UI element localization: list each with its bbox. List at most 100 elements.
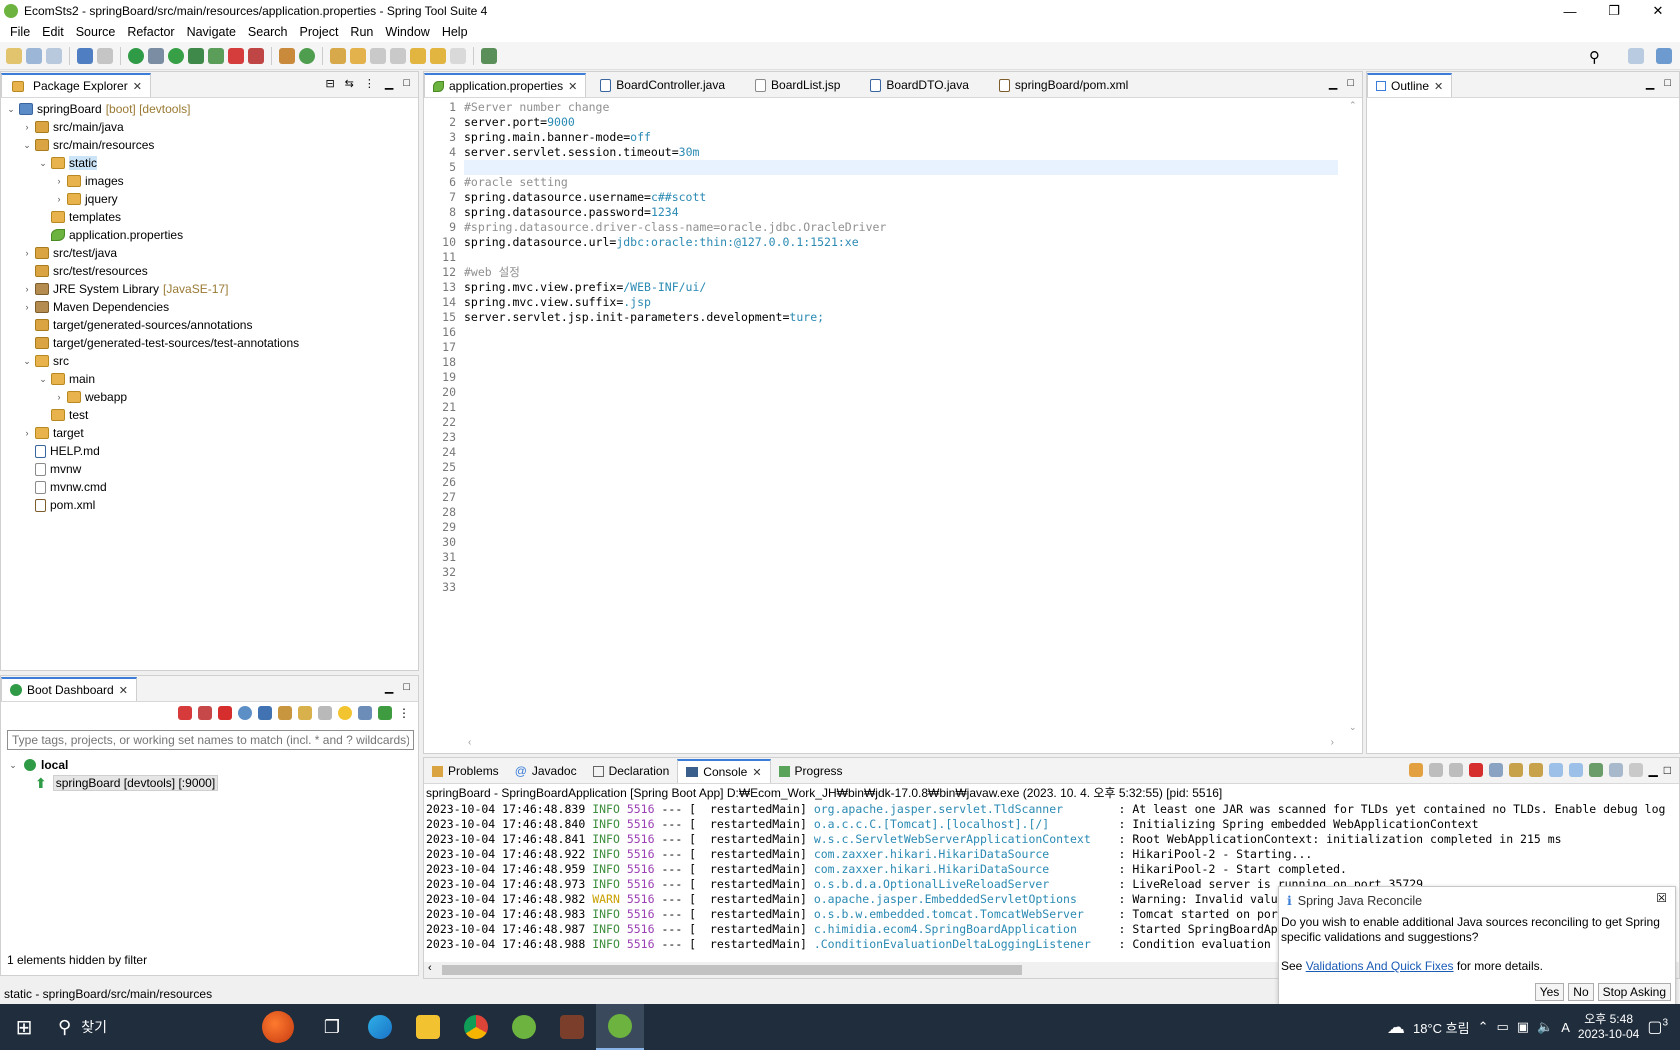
code-line[interactable] — [464, 160, 1338, 175]
chevron-right-icon[interactable]: › — [21, 284, 33, 294]
tab-boardlist-jsp[interactable]: BoardList.jsp — [747, 73, 848, 97]
menu-edit[interactable]: Edit — [36, 25, 70, 39]
tree-item[interactable]: application.properties — [1, 226, 418, 244]
relaunch-icon[interactable] — [1408, 763, 1423, 777]
chevron-right-icon[interactable]: › — [53, 194, 65, 204]
debug-icon[interactable] — [148, 47, 164, 64]
close-icon[interactable]: ✕ — [752, 766, 761, 779]
chevron-up-icon[interactable]: ⌃ — [1478, 1019, 1489, 1035]
close-icon[interactable]: ✕ — [119, 684, 128, 697]
menu-refactor[interactable]: Refactor — [121, 25, 180, 39]
link-editor-icon[interactable]: ⇆ — [345, 77, 354, 90]
code-line[interactable]: #oracle setting — [464, 175, 1338, 190]
chevron-down-icon[interactable]: ⌄ — [5, 104, 17, 115]
maximize-view-icon[interactable]: □ — [403, 77, 410, 90]
show-stdout-icon[interactable] — [1548, 763, 1563, 777]
tab-javadoc[interactable]: @ Javadoc — [507, 759, 585, 783]
save-icon[interactable] — [26, 47, 42, 64]
collapse-all-icon[interactable]: ⊟ — [325, 77, 334, 90]
sts-active-app[interactable] — [596, 1004, 644, 1050]
tree-item[interactable]: › target — [1, 424, 418, 442]
tree-item[interactable]: › src/test/java — [1, 244, 418, 262]
code-line[interactable]: spring.datasource.username=c##scott — [464, 190, 1338, 205]
chevron-down-icon[interactable]: ⌄ — [7, 760, 19, 771]
code-line[interactable] — [464, 535, 1338, 550]
code-line[interactable]: spring.datasource.password=1234 — [464, 205, 1338, 220]
relaunch-icon[interactable] — [248, 47, 264, 64]
minimize-view-icon[interactable]: ▁ — [1646, 77, 1654, 90]
new-class-icon[interactable] — [299, 47, 315, 64]
code-line[interactable] — [464, 430, 1338, 445]
filter-icon[interactable] — [358, 706, 372, 720]
minimize-view-icon[interactable]: ▁ — [385, 681, 393, 694]
search-flashlight-icon[interactable] — [350, 47, 366, 64]
open-browser-icon[interactable] — [238, 706, 252, 720]
code-line[interactable] — [464, 355, 1338, 370]
code-line[interactable] — [464, 385, 1338, 400]
skip-breakpoints-icon[interactable] — [97, 47, 113, 64]
previous-annotation-icon[interactable] — [390, 47, 406, 64]
code-line[interactable] — [464, 250, 1338, 265]
tree-item[interactable]: mvnw — [1, 460, 418, 478]
yes-button[interactable]: Yes — [1534, 983, 1565, 1001]
last-edit-icon[interactable] — [410, 47, 426, 64]
run-icon[interactable] — [168, 47, 184, 64]
stop-icon[interactable] — [228, 47, 244, 64]
back-icon[interactable] — [430, 47, 446, 64]
restore-button[interactable]: ❐ — [1592, 0, 1636, 22]
tree-item[interactable]: ⌄ local — [7, 756, 218, 774]
horizontal-scrollbar[interactable]: ‹ › — [464, 737, 1338, 751]
menu-file[interactable]: File — [4, 25, 36, 39]
scrollbar-thumb[interactable] — [442, 965, 1022, 975]
bulb-icon[interactable] — [338, 706, 352, 720]
terminate-icon[interactable] — [1468, 763, 1483, 777]
minimize-view-icon[interactable]: ▁ — [385, 77, 393, 90]
explorer-app[interactable] — [404, 1004, 452, 1050]
code-line[interactable] — [464, 490, 1338, 505]
scroll-left-icon[interactable]: ‹ — [468, 737, 471, 748]
edge-app[interactable] — [356, 1004, 404, 1050]
maximize-view-icon[interactable]: □ — [403, 681, 410, 694]
terminal-icon[interactable] — [77, 47, 93, 64]
menu-window[interactable]: Window — [379, 25, 435, 39]
chevron-right-icon[interactable]: › — [21, 248, 33, 258]
code-line[interactable] — [464, 580, 1338, 595]
chevron-right-icon[interactable]: › — [53, 176, 65, 186]
tree-item[interactable]: ⌄ springBoard [boot] [devtools] — [1, 100, 418, 118]
word-wrap-icon[interactable] — [1528, 763, 1543, 777]
network-icon[interactable]: ▣ — [1517, 1019, 1529, 1035]
new-icon[interactable] — [6, 47, 22, 64]
game-app[interactable] — [548, 1004, 596, 1050]
tree-item[interactable]: ⌄ static — [1, 154, 418, 172]
code-line[interactable] — [464, 520, 1338, 535]
code-line[interactable]: #web 설정 — [464, 265, 1338, 280]
restart-debug-icon[interactable] — [198, 706, 212, 720]
search-icon[interactable]: ⚲ — [1589, 48, 1600, 66]
view-menu-icon[interactable]: ⋮ — [364, 77, 375, 90]
open-type-icon[interactable] — [330, 47, 346, 64]
scroll-left-icon[interactable]: ‹ — [428, 962, 432, 974]
battery-icon[interactable]: ▭ — [1496, 1019, 1508, 1035]
tab-board-controller[interactable]: BoardController.java — [592, 73, 733, 97]
tree-item[interactable]: src/test/resources — [1, 262, 418, 280]
tree-item[interactable]: › src/main/java — [1, 118, 418, 136]
minimize-button[interactable]: — — [1548, 0, 1592, 22]
tree-item[interactable]: mvnw.cmd — [1, 478, 418, 496]
boot-filter-input[interactable] — [7, 730, 414, 750]
volume-icon[interactable]: 🔈 — [1537, 1019, 1553, 1035]
next-annotation-icon[interactable] — [370, 47, 386, 64]
tab-boot-dashboard[interactable]: Boot Dashboard ✕ — [1, 677, 137, 701]
maximize-view-icon[interactable]: □ — [1664, 77, 1671, 90]
start-button[interactable]: ⊞ — [0, 1004, 48, 1050]
code-line[interactable]: spring.datasource.url=jdbc:oracle:thin:@… — [464, 235, 1338, 250]
minimize-view-icon[interactable]: ▁ — [1649, 763, 1658, 777]
tree-item[interactable]: › JRE System Library [JavaSE-17] — [1, 280, 418, 298]
code-line[interactable] — [464, 400, 1338, 415]
code-line[interactable]: server.port=9000 — [464, 115, 1338, 130]
vertical-scrollbar[interactable]: ⌃ ⌄ — [1346, 100, 1360, 733]
go-to-config-icon[interactable] — [278, 706, 292, 720]
close-icon[interactable]: ✕ — [568, 80, 577, 93]
clear-console-icon[interactable] — [1488, 763, 1503, 777]
tab-problems[interactable]: Problems — [424, 759, 507, 783]
menu-search[interactable]: Search — [242, 25, 294, 39]
